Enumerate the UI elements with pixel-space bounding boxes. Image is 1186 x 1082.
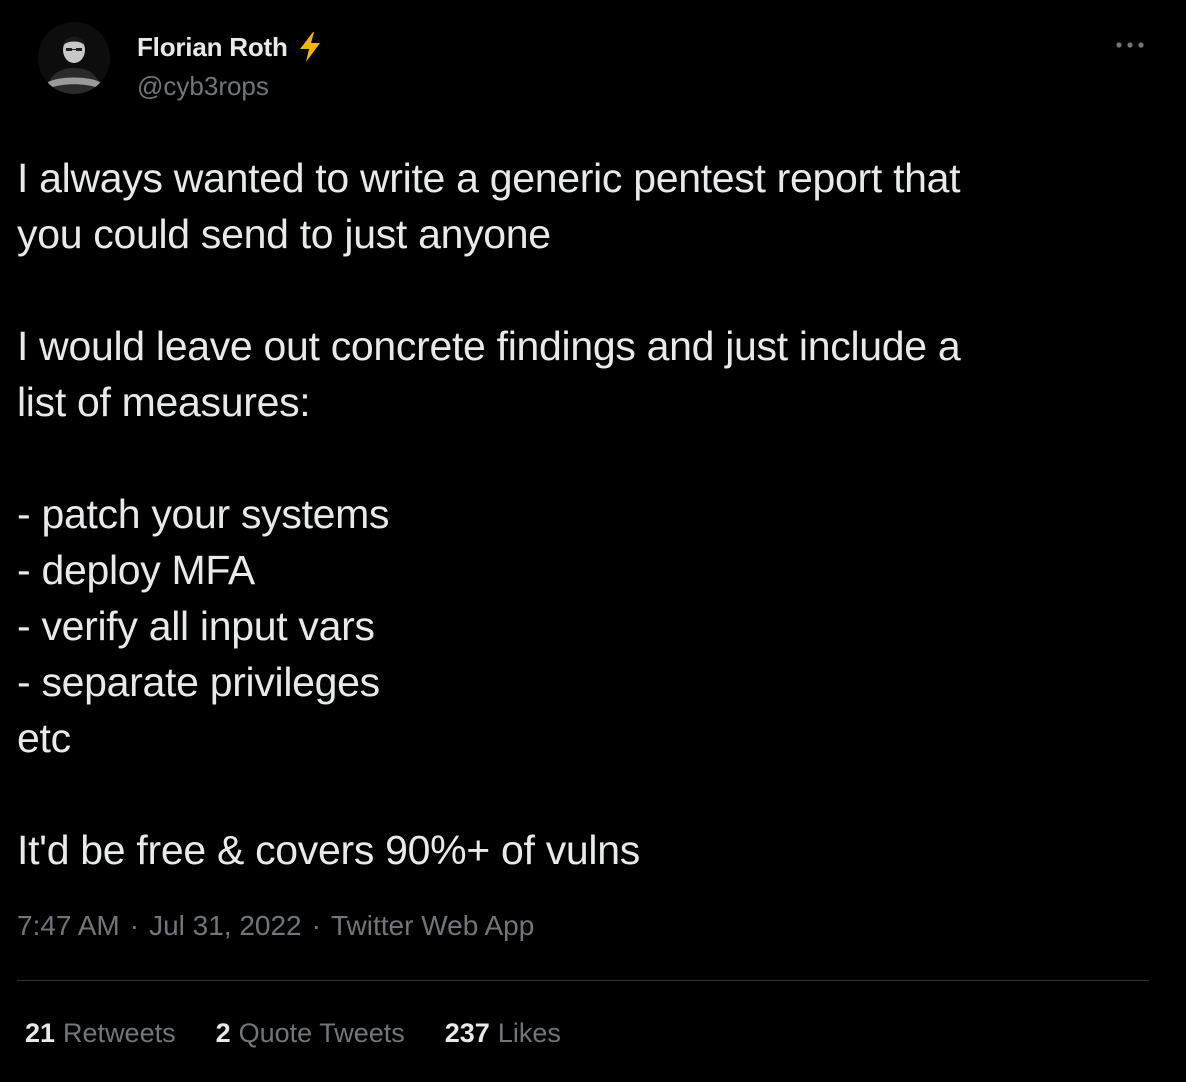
meta-separator: · xyxy=(311,910,321,941)
avatar[interactable] xyxy=(38,22,110,94)
tweet-date[interactable]: Jul 31, 2022 xyxy=(149,910,302,942)
tweet-source[interactable]: Twitter Web App xyxy=(331,910,534,942)
likes-label: Likes xyxy=(497,1018,561,1048)
retweets-label: Retweets xyxy=(63,1018,176,1048)
retweets-count: 21 xyxy=(25,1018,56,1048)
tweet-stats: 21 Retweets 2 Quote Tweets 237 Likes xyxy=(25,1018,601,1049)
author-name-row[interactable]: Florian Roth xyxy=(137,30,324,64)
lightning-bolt-icon xyxy=(296,31,324,63)
meta-separator: · xyxy=(129,910,140,941)
likes-stat[interactable]: 237 Likes xyxy=(445,1018,561,1049)
author-display-name[interactable]: Florian Roth xyxy=(137,32,288,63)
author-handle[interactable]: @cyb3rops xyxy=(137,71,269,102)
quote-tweets-label: Quote Tweets xyxy=(238,1018,405,1048)
tweet-card: Florian Roth @cyb3rops I always wanted t… xyxy=(0,0,1186,1082)
tweet-time[interactable]: 7:47 AM xyxy=(17,910,120,942)
tweet-metadata: 7:47 AM · Jul 31, 2022 · Twitter Web App xyxy=(17,910,534,942)
divider xyxy=(17,980,1149,981)
tweet-text: I always wanted to write a generic pente… xyxy=(17,155,961,873)
quote-tweets-count: 2 xyxy=(215,1018,231,1048)
quote-tweets-stat[interactable]: 2 Quote Tweets xyxy=(216,1018,405,1049)
likes-count: 237 xyxy=(444,1018,490,1048)
more-options-icon[interactable] xyxy=(1112,30,1148,60)
retweets-stat[interactable]: 21 Retweets xyxy=(25,1018,176,1049)
